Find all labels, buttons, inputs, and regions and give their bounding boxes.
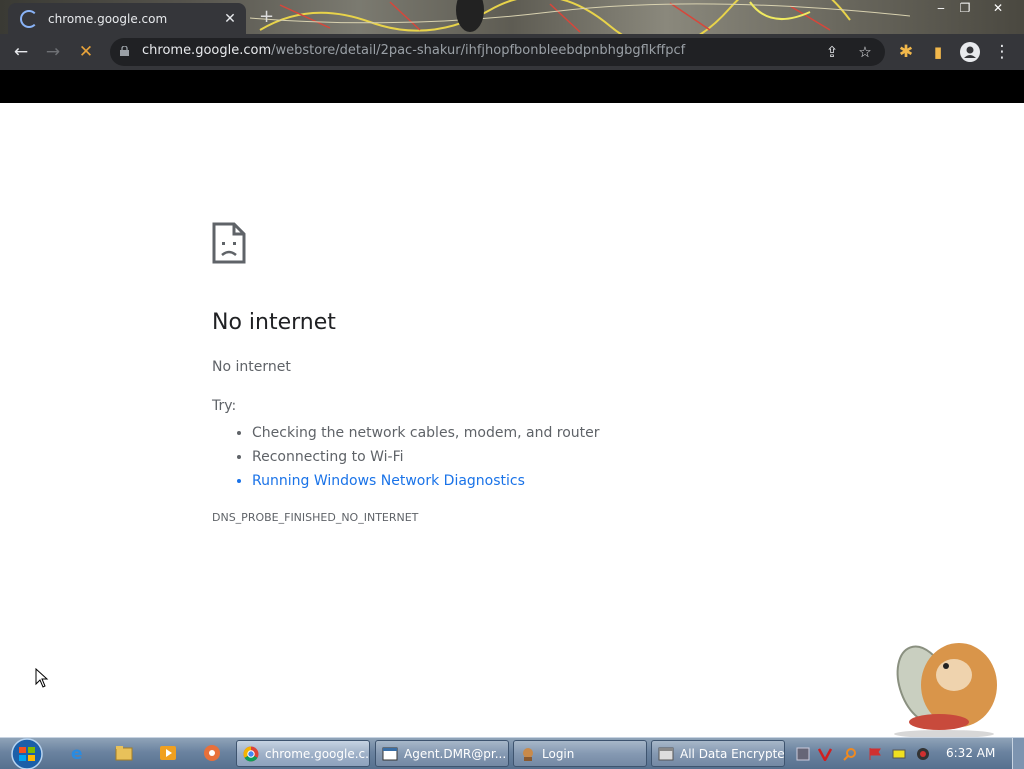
lock-icon — [120, 46, 129, 56]
browser-toolbar: ← → ✕ chrome.google.com/webstore/detail/… — [0, 34, 1024, 70]
suggestion-item: Checking the network cables, modem, and … — [252, 421, 600, 445]
tab-strip: chrome.google.com ✕ + ‒ ❐ ✕ — [0, 0, 1024, 34]
close-window-button[interactable]: ✕ — [985, 0, 1011, 16]
media-player-icon[interactable] — [159, 744, 177, 762]
error-page: No internet No internet Try: Checking th… — [0, 103, 1024, 737]
stop-icon[interactable]: ✕ — [76, 42, 96, 62]
bookmark-bar-area — [0, 70, 1024, 103]
address-bar[interactable]: chrome.google.com/webstore/detail/2pac-s… — [110, 38, 885, 66]
share-icon[interactable]: ⇪ — [822, 42, 842, 62]
network-tray-icon[interactable] — [796, 747, 810, 761]
error-title: No internet — [212, 310, 336, 335]
task-label: All Data Encrypted — [680, 746, 785, 761]
spinner-icon — [20, 9, 38, 28]
battery-tray-icon[interactable] — [892, 747, 906, 761]
mouse-cursor — [35, 668, 49, 688]
browser-tab[interactable]: chrome.google.com ✕ — [8, 3, 246, 34]
show-desktop-button[interactable] — [1012, 738, 1024, 769]
extensions-icon[interactable]: ✱ — [896, 42, 916, 62]
windows-taskbar: e chrome.google.c... Agent.DMR@pr... Log… — [0, 737, 1024, 769]
task-label: Agent.DMR@pr... — [404, 746, 507, 761]
back-icon[interactable]: ← — [11, 42, 31, 62]
sidepanel-icon[interactable]: ▮ — [928, 42, 948, 62]
minimize-button[interactable]: ‒ — [928, 0, 954, 16]
start-button[interactable] — [8, 738, 46, 769]
window-icon — [658, 747, 674, 760]
taskbar-chrome[interactable]: chrome.google.c... — [236, 740, 370, 767]
window-icon — [382, 747, 398, 760]
maximize-button[interactable]: ❐ — [952, 0, 978, 16]
login-app-icon — [523, 747, 533, 761]
tab-title: chrome.google.com — [48, 11, 168, 26]
task-label: Login — [542, 746, 575, 761]
try-label: Try: — [212, 398, 237, 414]
desktop-mascot-animal — [894, 643, 997, 738]
system-clock[interactable]: 6:32 AM — [946, 746, 995, 760]
flag-tray-icon[interactable] — [868, 747, 882, 761]
error-subtitle: No internet — [212, 359, 291, 375]
menu-icon[interactable]: ⋮ — [992, 42, 1012, 62]
profile-icon[interactable] — [960, 42, 980, 62]
url-text: chrome.google.com/webstore/detail/2pac-s… — [142, 43, 685, 58]
internet-explorer-icon[interactable]: e — [71, 744, 89, 764]
sad-page-icon — [212, 222, 246, 264]
new-tab-button[interactable]: + — [259, 6, 274, 27]
forward-icon[interactable]: → — [43, 42, 63, 62]
task-label: chrome.google.c... — [265, 746, 370, 761]
chrome-icon — [243, 746, 259, 761]
url-host: chrome.google.com — [142, 43, 272, 58]
taskbar-login[interactable]: Login — [513, 740, 647, 767]
network-diagnostics-link[interactable]: Running Windows Network Diagnostics — [252, 469, 600, 493]
desktop-wallpaper-art — [250, 0, 910, 34]
taskbar-agent[interactable]: Agent.DMR@pr... — [375, 740, 509, 767]
suggestion-item: Reconnecting to Wi-Fi — [252, 445, 600, 469]
antivirus-tray-icon[interactable] — [818, 747, 832, 761]
explorer-folder-icon[interactable] — [115, 744, 133, 762]
app-launcher-icon[interactable] — [203, 744, 221, 762]
error-code: DNS_PROBE_FINISHED_NO_INTERNET — [212, 511, 419, 524]
suggestion-list: Checking the network cables, modem, and … — [212, 421, 600, 493]
volume-tray-icon[interactable] — [916, 747, 930, 761]
search-tray-icon[interactable] — [843, 747, 857, 761]
url-path: /webstore/detail/2pac-shakur/ihfjhopfbon… — [271, 43, 686, 58]
taskbar-encrypted[interactable]: All Data Encrypted — [651, 740, 785, 767]
star-icon[interactable]: ☆ — [855, 42, 875, 62]
close-icon[interactable]: ✕ — [220, 11, 240, 27]
